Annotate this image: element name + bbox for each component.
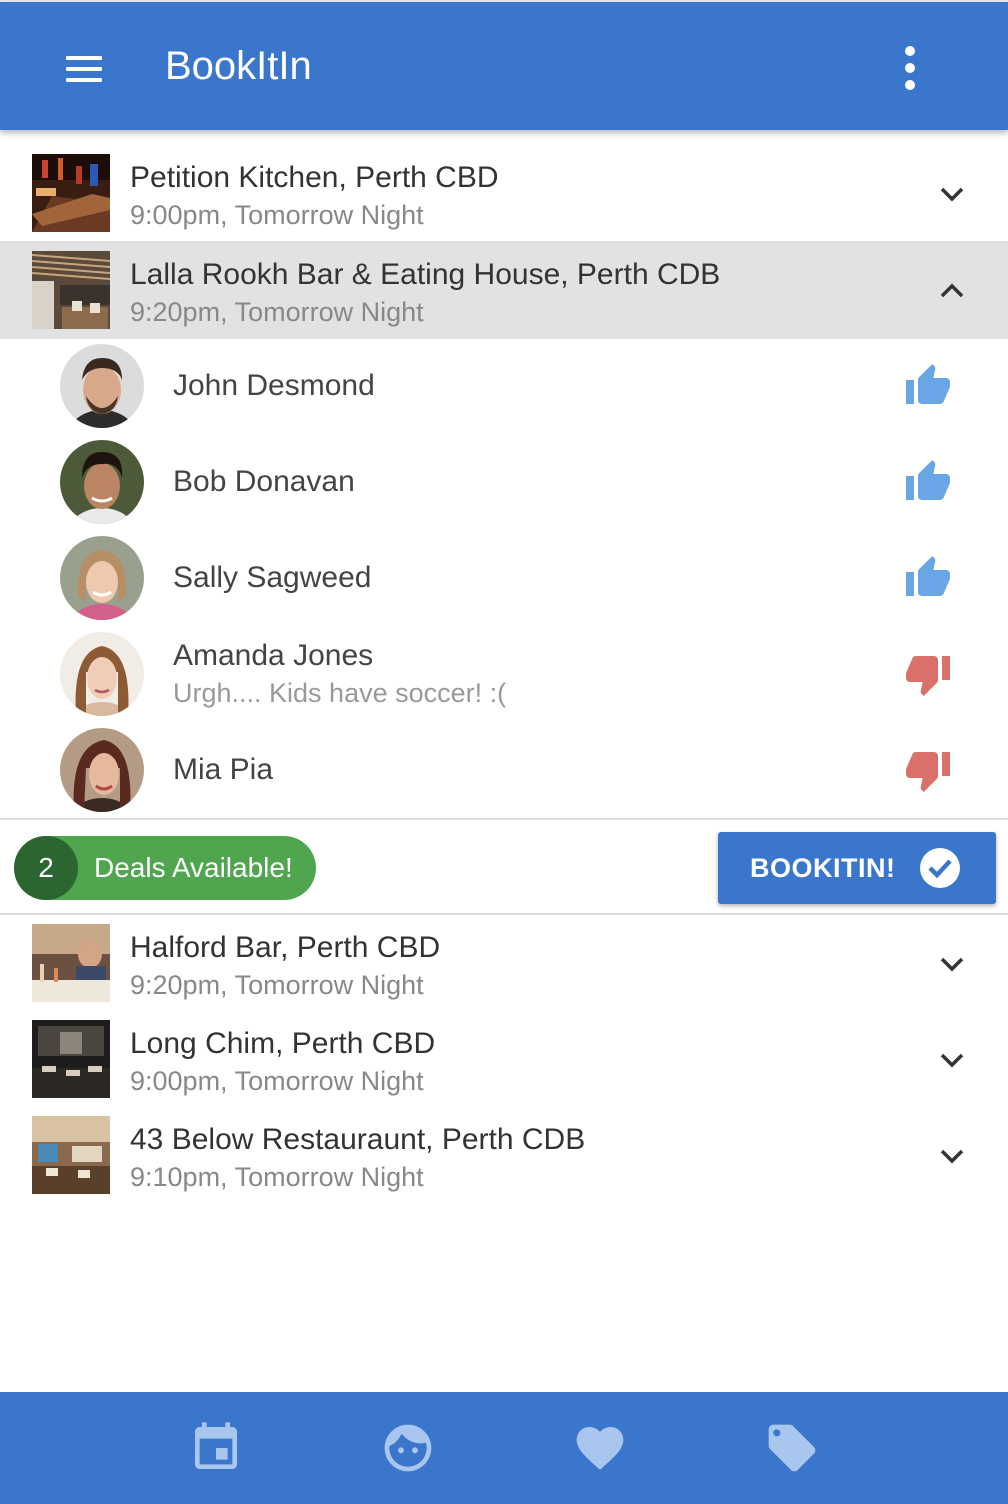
venue-time: 9:00pm, Tomorrow Night [130,200,424,230]
attendee-comment: Urgh.... Kids have soccer! :( [173,678,507,708]
attendee-row: John Desmond [0,338,1008,434]
venue-time: 9:20pm, Tomorrow Night [130,297,424,327]
venue-row[interactable]: Long Chim, Perth CBD 9:00pm, Tomorrow Ni… [0,1012,1008,1108]
venue-row[interactable]: Petition Kitchen, Perth CBD 9:00pm, Tomo… [0,146,1008,242]
venue-row[interactable]: Halford Bar, Perth CBD 9:20pm, Tomorrow … [0,916,1008,1012]
attendee-name: Sally Sagweed [173,561,372,594]
avatar [60,536,144,620]
menu-icon[interactable] [66,56,102,82]
avatar [60,440,144,524]
thumbs-down-icon[interactable] [902,650,954,698]
check-circle-icon [920,848,960,888]
attendee-row: Mia Pia [0,722,1008,818]
bookitin-label: BOOKITIN! [750,853,896,883]
divider [0,818,1008,820]
deals-available-chip[interactable]: 2 Deals Available! [14,836,316,900]
chevron-down-icon[interactable] [936,948,968,980]
venue-name: Long Chim, Perth CBD [130,1027,436,1060]
thumbs-down-icon[interactable] [902,746,954,794]
heart-icon[interactable] [572,1420,628,1476]
thumbs-up-icon[interactable] [902,362,954,410]
app-bar: BookItIn [0,2,1008,130]
venue-name: Lalla Rookh Bar & Eating House, Perth CD… [130,258,721,291]
chevron-down-icon[interactable] [936,178,968,210]
venue-time: 9:00pm, Tomorrow Night [130,1066,424,1096]
venue-row[interactable]: 43 Below Restauraunt, Perth CDB 9:10pm, … [0,1108,1008,1204]
venue-time: 9:20pm, Tomorrow Night [130,970,424,1000]
venue-thumbnail [32,154,110,232]
avatar [60,728,144,812]
calendar-icon[interactable] [188,1420,244,1476]
venue-row-expanded[interactable]: Lalla Rookh Bar & Eating House, Perth CD… [0,243,1008,339]
attendee-name: Mia Pia [173,753,274,786]
venue-thumbnail [32,251,110,329]
venue-time: 9:10pm, Tomorrow Night [130,1162,424,1192]
venue-name: 43 Below Restauraunt, Perth CDB [130,1123,586,1156]
attendee-name: John Desmond [173,369,375,402]
venue-thumbnail [32,1020,110,1098]
bookitin-button[interactable]: BOOKITIN! [718,832,996,904]
deals-label: Deals Available! [94,852,293,883]
venue-thumbnail [32,924,110,1002]
attendee-row: Amanda Jones Urgh.... Kids have soccer! … [0,626,1008,722]
tag-icon[interactable] [764,1420,820,1476]
attendee-row: Sally Sagweed [0,530,1008,626]
deals-count-badge: 2 [14,836,78,900]
chevron-down-icon[interactable] [936,1140,968,1172]
chevron-down-icon[interactable] [936,1044,968,1076]
venue-name: Petition Kitchen, Perth CBD [130,161,499,194]
attendee-name: Bob Donavan [173,465,355,498]
avatar [60,344,144,428]
face-icon[interactable] [380,1420,436,1476]
attendee-name: Amanda Jones [173,639,374,672]
venue-thumbnail [32,1116,110,1194]
venue-name: Halford Bar, Perth CBD [130,931,441,964]
attendee-row: Bob Donavan [0,434,1008,530]
thumbs-up-icon[interactable] [902,554,954,602]
avatar [60,632,144,716]
more-vert-icon[interactable] [896,46,924,90]
divider [0,913,1008,915]
thumbs-up-icon[interactable] [902,458,954,506]
app-title: BookItIn [165,44,312,88]
chevron-up-icon[interactable] [936,275,968,307]
bottom-navigation [0,1392,1008,1504]
